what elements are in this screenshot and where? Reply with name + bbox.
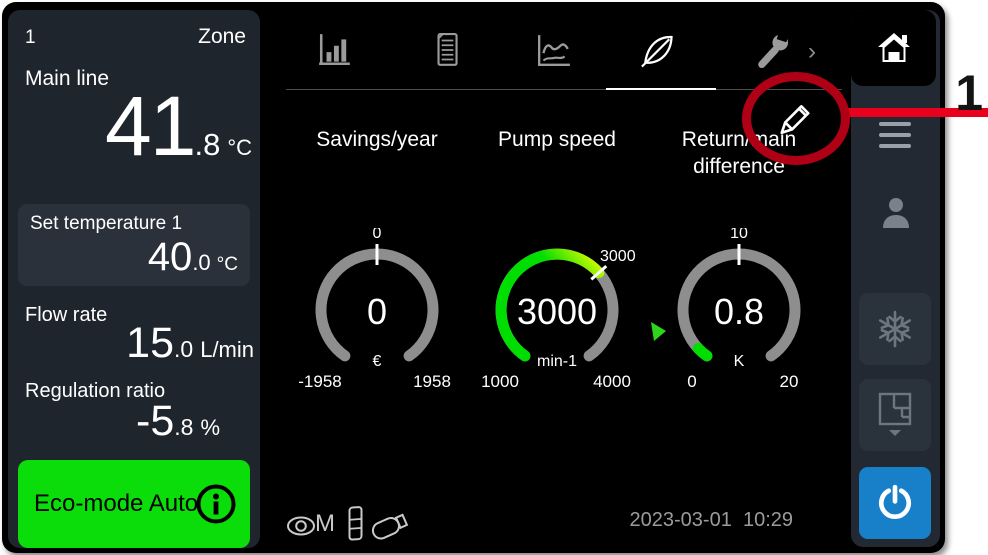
gauge-pump-max: 4000: [593, 372, 631, 391]
gauge-pointer-arrow-icon: [651, 322, 666, 341]
set-temperature-value-row: 40.0 °C: [148, 237, 238, 277]
gauge-pump-tick-label: 3000: [600, 248, 636, 265]
set-temperature-unit: °C: [217, 254, 238, 276]
flow-rate-value: 15: [126, 322, 174, 365]
gauge-savings-min: -1958: [298, 372, 341, 391]
gauge-pump-speed: 3000 3000 min-1 1000 4000: [467, 228, 647, 400]
regulation-ratio-value: -5: [136, 400, 174, 443]
home-button[interactable]: [851, 10, 936, 86]
gauge-savings-year: 0 0 € -1958 1958: [287, 228, 467, 400]
flow-rate-value-row: 15.0 L/min: [126, 322, 254, 365]
user-icon: [880, 196, 912, 232]
active-tab-underline: [606, 88, 716, 90]
wrench-icon: [754, 32, 792, 70]
gauge-title-pump-speed: Pump speed: [457, 128, 657, 152]
flow-rate-decimal: .0: [174, 336, 193, 363]
menu-button[interactable]: [879, 122, 911, 148]
gauge-return-max: 20: [780, 372, 799, 391]
gauge-savings-value: 0: [367, 291, 387, 332]
set-temperature-decimal: .0: [192, 250, 210, 276]
home-icon: [875, 30, 913, 64]
bar-chart-icon: [316, 32, 354, 68]
zones-overview-button[interactable]: [859, 379, 931, 451]
main-line-label: Main line: [25, 67, 109, 91]
leaf-icon: [638, 32, 676, 70]
tab-settings[interactable]: [754, 32, 798, 78]
gauge-title-savings: Savings/year: [277, 128, 477, 152]
gauge-pump-min: 1000: [481, 372, 519, 391]
main-line-temperature: 41.8 °C: [105, 84, 252, 168]
tab-report[interactable]: [428, 32, 472, 78]
snowflake-icon: [875, 309, 915, 349]
usb-dongle-icon: [368, 504, 414, 544]
monitoring-eye-icon: [286, 513, 316, 539]
datetime-display: 2023-03-01 10:29: [630, 509, 793, 532]
user-profile-button[interactable]: [880, 196, 912, 237]
set-temperature-value: 40: [148, 237, 193, 277]
regulation-ratio-unit: %: [200, 415, 220, 441]
right-sidebar: [851, 10, 940, 547]
eco-mode-button[interactable]: Eco-mode Auto: [18, 460, 250, 548]
tab-trend[interactable]: [534, 32, 578, 78]
monitoring-mode-letter: M: [315, 510, 335, 538]
set-temperature-label: Set temperature 1: [30, 213, 182, 235]
main-line-value: 41: [105, 84, 194, 168]
gauge-return-tick-label: 10: [730, 228, 748, 242]
gauge-return-value: 0.8: [714, 291, 764, 332]
flow-rate-label: Flow rate: [25, 304, 107, 327]
menu-icon: [879, 122, 911, 126]
zone-number: 1: [25, 27, 36, 49]
tab-eco[interactable]: [638, 32, 682, 78]
power-icon: [876, 484, 914, 522]
gauge-return-main-difference: 10 0.8 K 0 20: [649, 228, 829, 400]
gauge-return-unit: K: [734, 353, 745, 370]
gauge-return-min: 0: [687, 372, 696, 391]
gauge-savings-tick-label: 0: [373, 228, 382, 242]
callout-circle: [742, 72, 850, 165]
module-icon: [346, 506, 366, 544]
tabs-more-chevron-icon[interactable]: ›: [808, 38, 816, 66]
gauge-savings-max: 1958: [413, 372, 451, 391]
set-temperature-card[interactable]: Set temperature 1 40.0 °C: [18, 204, 250, 286]
document-icon: [428, 32, 466, 68]
regulation-ratio-decimal: .8: [174, 414, 193, 441]
regulation-ratio-value-row: -5.8%: [136, 400, 220, 443]
zones-floorplan-icon: [874, 391, 916, 439]
callout-number: 1: [955, 64, 983, 122]
zone-panel: 1 Zone Main line 41.8°C Set temperature …: [8, 10, 260, 548]
main-line-decimal: .8: [194, 127, 220, 163]
main-line-unit: °C: [227, 135, 252, 161]
gauge-savings-unit: €: [373, 353, 382, 370]
info-icon[interactable]: [195, 483, 237, 525]
gauge-pump-value: 3000: [517, 291, 597, 332]
eco-mode-label: Eco-mode Auto: [34, 490, 198, 518]
annotated-screenshot: 1 Zone Main line 41.8°C Set temperature …: [0, 0, 988, 555]
power-button[interactable]: [859, 467, 931, 539]
cooling-mode-button[interactable]: [859, 293, 931, 365]
zone-label: Zone: [198, 25, 246, 49]
line-chart-icon: [534, 32, 574, 68]
gauge-pump-unit: min-1: [537, 353, 577, 370]
flow-rate-unit: L/min: [200, 337, 254, 363]
tab-statistics[interactable]: [316, 32, 360, 78]
